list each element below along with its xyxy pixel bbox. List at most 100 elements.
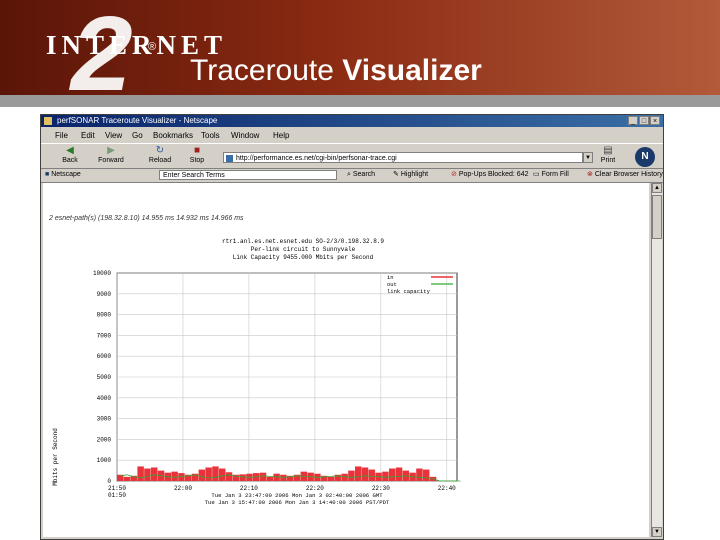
y-tick-label: 6000	[97, 353, 112, 360]
menu-help[interactable]: Help	[273, 129, 289, 142]
in-traffic-bar	[389, 468, 396, 481]
y-axis-label: Mbits per Second	[52, 428, 59, 486]
y-tick-label: 4000	[97, 395, 112, 402]
form-fill-icon: ▭	[533, 171, 540, 178]
in-traffic-bar	[171, 471, 178, 481]
close-button[interactable]: ×	[650, 116, 660, 125]
menu-edit[interactable]: Edit	[81, 129, 95, 142]
search-button[interactable]: ⌕ Search	[347, 168, 375, 182]
netscape-n-icon: ■	[45, 171, 50, 178]
in-traffic-bar	[382, 471, 389, 481]
in-traffic-bar	[205, 467, 212, 481]
in-traffic-bar	[348, 470, 355, 481]
x-tick-label: 21:50	[108, 485, 126, 492]
blocked-icon: ⊘	[451, 171, 457, 178]
x-axis-caption-line: Tue Jan 3 23:47:00 2006 Mon Jan 3 02:40:…	[211, 492, 383, 499]
x-tick-sublabel: 01:50	[108, 492, 126, 499]
page-content: 2 esnet-path(s) (198.32.8.10) 14.955 ms …	[43, 183, 649, 537]
popups-blocked-button[interactable]: ⊘ Pop-Ups Blocked: 642	[451, 168, 528, 182]
chart-heading-line-1: rtr1.anl.es.net.esnet.edu SO-2/3/0.198.3…	[221, 238, 385, 245]
browser-window: perfSONAR Traceroute Visualizer - Netsca…	[40, 114, 664, 540]
back-button[interactable]: ◀ Back	[55, 146, 85, 168]
x-tick-label: 22:30	[372, 485, 390, 492]
menu-view[interactable]: View	[105, 129, 122, 142]
slide-header: 2 INTERNET ® Traceroute Visualizer	[0, 0, 720, 107]
scroll-up-arrow-icon[interactable]: ▲	[652, 183, 662, 193]
in-traffic-bar	[341, 473, 348, 481]
menu-window[interactable]: Window	[231, 129, 259, 142]
y-tick-label: 2000	[97, 436, 112, 443]
vertical-scrollbar[interactable]: ▲ ▼	[651, 183, 662, 537]
y-tick-label: 7000	[97, 332, 112, 339]
legend-label: link capacity	[387, 288, 431, 295]
in-traffic-bar	[144, 468, 151, 481]
menu-go[interactable]: Go	[132, 129, 143, 142]
in-traffic-bar	[225, 472, 233, 481]
printer-icon: ▤	[603, 145, 613, 156]
scrollbar-thumb[interactable]	[652, 195, 662, 239]
navigation-toolbar: ◀ Back ▶ Forward ↻ Reload ■ Stop http://…	[41, 143, 663, 169]
search-terms-select[interactable]: Enter Search Terms	[159, 170, 337, 180]
y-tick-label: 1000	[97, 457, 112, 464]
in-traffic-bar	[137, 466, 144, 481]
in-traffic-bar	[212, 466, 219, 481]
in-traffic-bar	[395, 467, 403, 481]
in-traffic-bar	[219, 468, 226, 481]
bandwidth-chart: 0 1000 2000 3000 4000 5000 6000 7000 8000 9000 100…	[52, 270, 461, 506]
in-traffic-bar	[259, 472, 267, 481]
in-traffic-bar	[151, 467, 158, 481]
legend-label: out	[387, 281, 397, 288]
in-traffic-bar	[266, 476, 274, 481]
chart-heading-line-2: Per-link circuit to Sunnyvale	[250, 246, 356, 253]
forward-arrow-icon: ▶	[107, 145, 115, 156]
netscape-logo-icon: N	[635, 147, 655, 167]
print-button[interactable]: ▤ Print	[597, 146, 619, 168]
y-tick-label: 5000	[97, 374, 112, 381]
in-traffic-bar	[416, 468, 423, 481]
stop-button[interactable]: ■ Stop	[185, 146, 209, 168]
x-axis-caption-line: Tue Jan 3 15:47:00 2006 Mon Jan 3 14:40:…	[205, 499, 390, 506]
back-arrow-icon: ◀	[66, 145, 74, 156]
x-tick-label: 22:00	[174, 485, 192, 492]
maximize-button[interactable]: □	[639, 116, 649, 125]
in-traffic-bar	[423, 469, 430, 481]
personal-toolbar: ■ Netscape Enter Search Terms ⌕ Search ✎…	[41, 168, 663, 183]
x-tick-label: 22:20	[306, 485, 324, 492]
menu-bookmarks[interactable]: Bookmarks	[153, 129, 193, 142]
menu-file[interactable]: File	[55, 129, 68, 142]
window-titlebar: perfSONAR Traceroute Visualizer - Netsca…	[41, 115, 663, 127]
highlight-button[interactable]: ✎ Highlight	[393, 168, 428, 182]
reload-icon: ↻	[155, 145, 165, 156]
y-tick-label: 0	[107, 478, 111, 485]
registered-mark: ®	[148, 41, 157, 53]
in-traffic-bar	[355, 466, 362, 481]
reload-button[interactable]: ↻ Reload	[145, 146, 175, 168]
x-tick-label: 22:10	[240, 485, 258, 492]
y-tick-label: 3000	[97, 416, 112, 423]
forward-button[interactable]: ▶ Forward	[93, 146, 129, 168]
url-dropdown-button[interactable]: ▼	[583, 152, 593, 163]
page-icon	[226, 155, 233, 162]
search-icon: ⌕	[347, 171, 351, 178]
menu-bar: File Edit View Go Bookmarks Tools Window…	[41, 129, 663, 142]
form-fill-button[interactable]: ▭ Form Fill	[533, 168, 569, 182]
in-traffic-bar	[327, 476, 335, 481]
clear-history-button[interactable]: ⊗ Clear Browser History	[587, 168, 663, 182]
in-traffic-bar	[368, 469, 376, 481]
y-tick-label: 10000	[93, 270, 111, 277]
in-traffic-bar	[123, 476, 131, 481]
in-traffic-bar	[361, 467, 369, 481]
stop-icon: ■	[193, 145, 201, 156]
y-tick-label: 9000	[97, 291, 112, 298]
highlight-icon: ✎	[393, 171, 399, 178]
x-tick-label: 22:40	[438, 485, 456, 492]
header-divider-band	[0, 95, 720, 107]
minimize-button[interactable]: _	[628, 116, 638, 125]
y-tick-label: 8000	[97, 312, 112, 319]
menu-tools[interactable]: Tools	[201, 129, 220, 142]
scroll-down-arrow-icon[interactable]: ▼	[652, 527, 662, 537]
url-field[interactable]: http://performance.es.net/cgi-bin/perfso…	[223, 152, 583, 163]
traceroute-path-line: 2 esnet-path(s) (198.32.8.10) 14.955 ms …	[49, 215, 244, 222]
app-icon	[44, 117, 52, 125]
netscape-menu-button[interactable]: ■ Netscape	[45, 168, 81, 182]
